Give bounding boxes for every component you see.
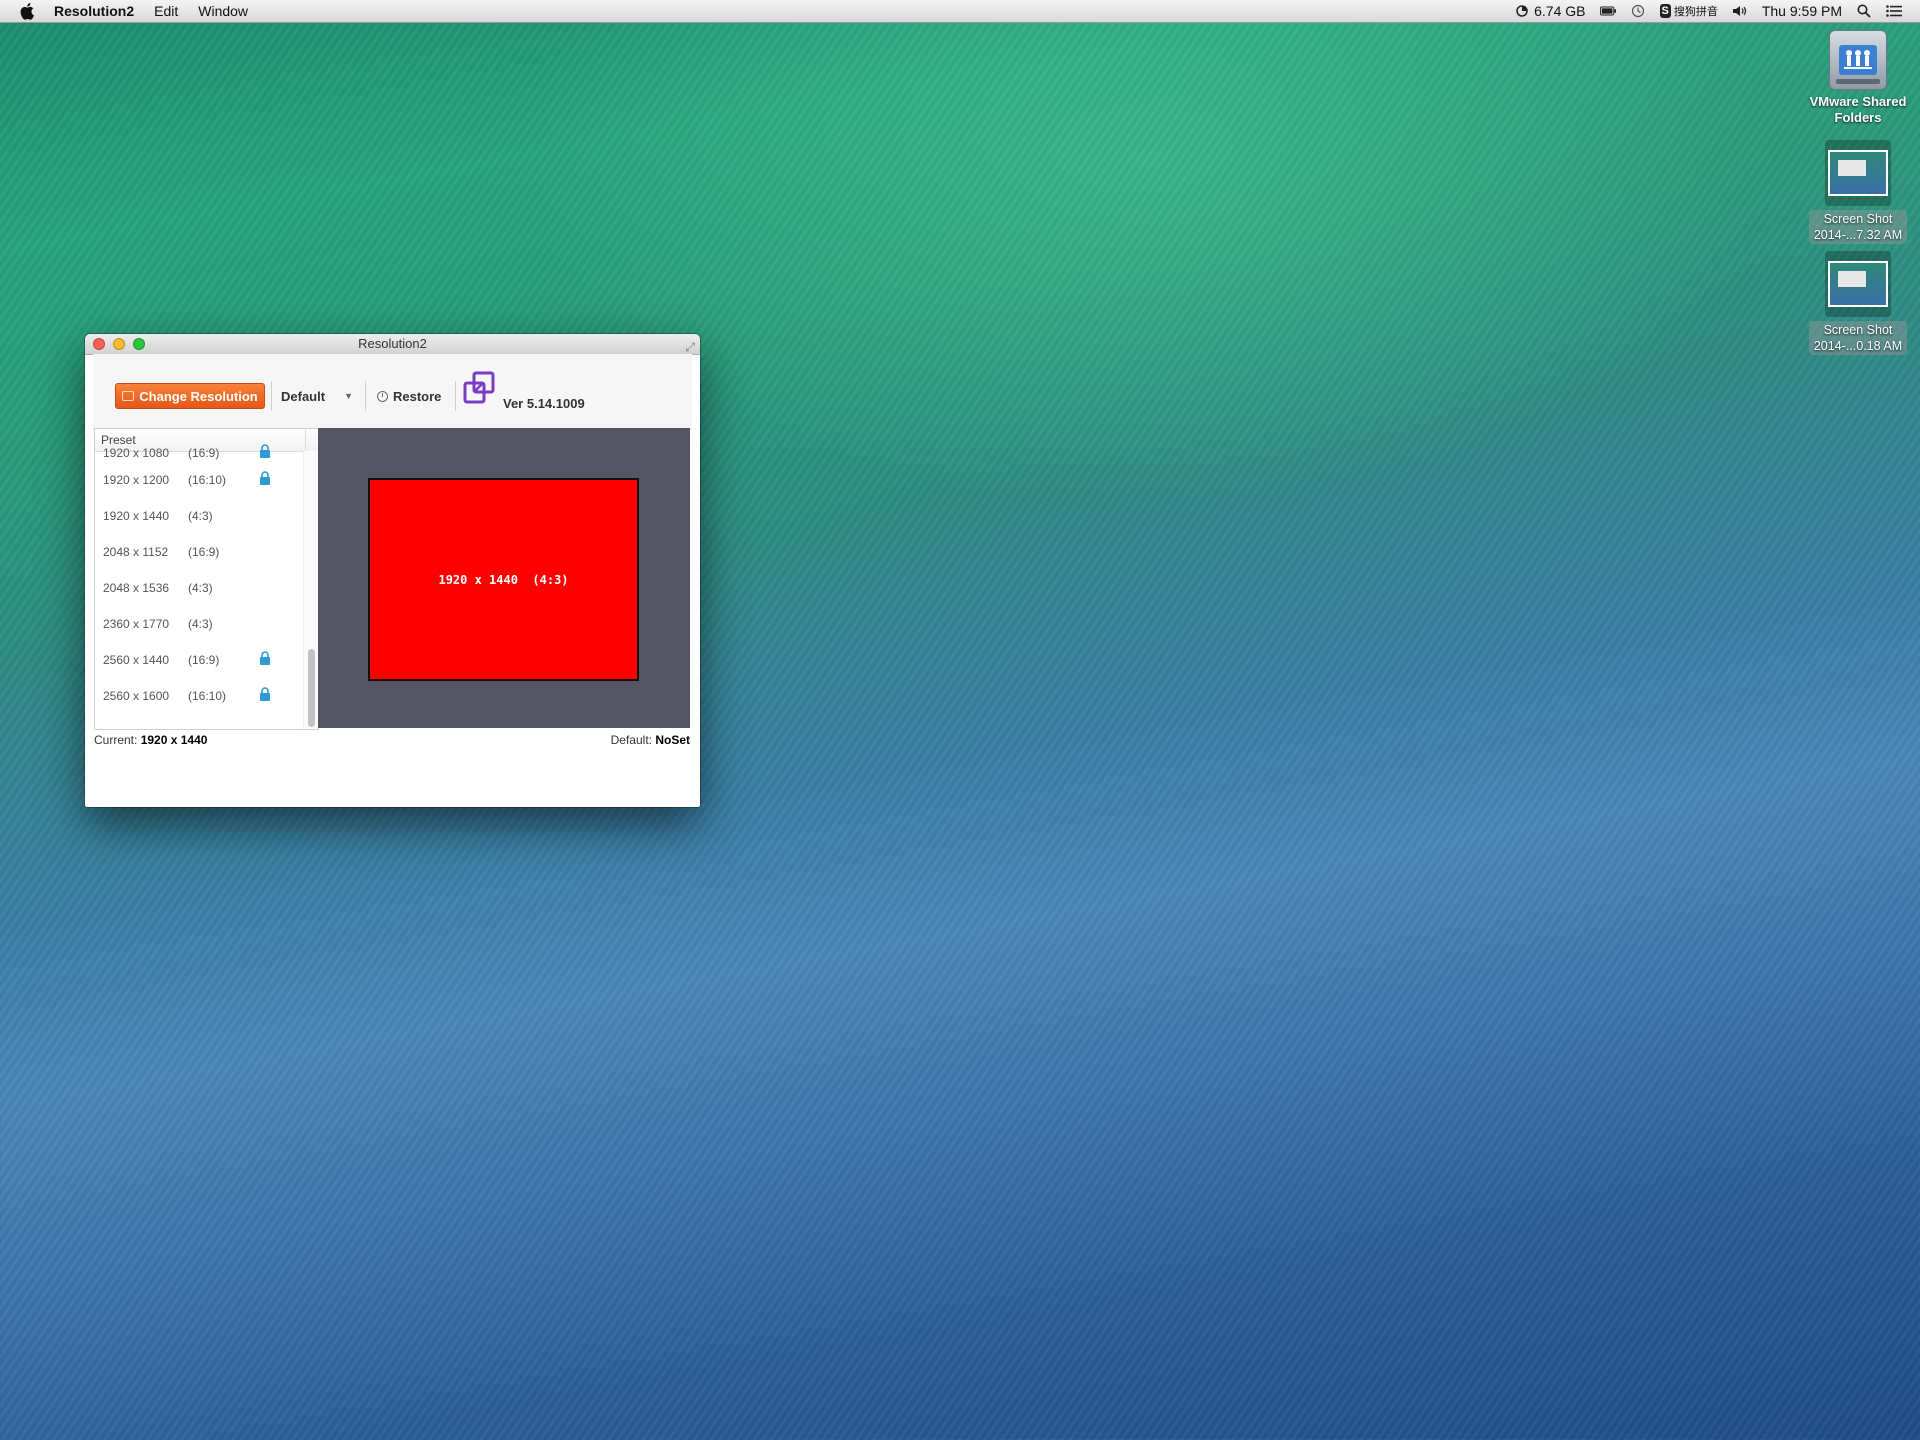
preset-ratio: (16:10) xyxy=(188,689,227,703)
preset-row[interactable]: 2048 x 1536 (4:3) xyxy=(95,571,300,607)
toolbar-divider xyxy=(271,381,272,411)
preset-resolution: 2560 x 1440 xyxy=(103,653,170,667)
preset-resolution: 1920 x 1080 xyxy=(103,446,170,460)
menu-bar: Resolution2 Edit Window 6.74 GB S 搜狗拼音 T… xyxy=(0,0,1920,23)
ime-badge: S xyxy=(1659,4,1671,18)
menu-app-name[interactable]: Resolution2 xyxy=(54,3,134,19)
preset-resolution: 2560 x 1600 xyxy=(103,689,170,703)
preset-row[interactable]: 1920 x 1200 (16:10) xyxy=(95,463,300,499)
preview-screen: 1920 x 1440 (4:3) xyxy=(368,478,639,681)
toolbar: Change Resolution Default ▼ Restore Ver … xyxy=(93,354,692,430)
app-logo-icon xyxy=(461,370,497,406)
preset-row[interactable]: 2560 x 1600 (16:10) xyxy=(95,679,300,715)
desktop-icon-label-line2: 2014-...7.32 AM xyxy=(1813,228,1903,242)
preset-ratio: (16:9) xyxy=(188,545,220,559)
preset-ratio: (16:10) xyxy=(188,473,227,487)
current-value: 1920 x 1440 xyxy=(140,733,208,747)
default-dropdown[interactable]: Default ▼ xyxy=(275,383,359,409)
default-resolution-status: Default: NoSet xyxy=(611,733,690,747)
preset-row[interactable]: 2560 x 1440 (16:9) xyxy=(95,643,300,679)
preset-ratio: (4:3) xyxy=(188,581,213,595)
preset-ratio: (4:3) xyxy=(188,617,213,631)
memory-value: 6.74 GB xyxy=(1534,3,1586,19)
preset-row[interactable]: 1920 x 1080 (16:9) xyxy=(95,444,300,463)
ime-label: 搜狗拼音 xyxy=(1673,6,1718,18)
menu-clock[interactable]: Thu 9:59 PM xyxy=(1762,3,1842,19)
menu-edit[interactable]: Edit xyxy=(154,3,178,19)
preset-ratio: (4:3) xyxy=(188,509,213,523)
close-button[interactable] xyxy=(93,338,105,350)
lock-icon xyxy=(259,444,271,458)
preset-row[interactable]: 1920 x 1440 (4:3) xyxy=(95,499,300,535)
battery-icon[interactable] xyxy=(1599,4,1616,18)
clock-icon xyxy=(377,390,388,402)
list-scrollbar[interactable] xyxy=(303,451,318,729)
default-label: Default: xyxy=(610,733,652,747)
network-drive-icon xyxy=(1829,30,1887,90)
window-controls xyxy=(93,338,145,350)
menu-window[interactable]: Window xyxy=(198,3,248,19)
minimize-button[interactable] xyxy=(113,338,125,350)
zoom-button[interactable] xyxy=(133,338,145,350)
desktop-icon-vmware-shared-folders[interactable]: VMware Shared Folders xyxy=(1793,30,1920,126)
preset-ratio: (16:9) xyxy=(188,653,220,667)
desktop-icon-label: Screen Shot 2014-...0.18 AM xyxy=(1808,321,1908,355)
change-resolution-label: Change Resolution xyxy=(139,388,258,404)
preset-resolution: 2048 x 1536 xyxy=(103,581,170,595)
desktop-icon-label: VMware Shared Folders xyxy=(1809,94,1907,125)
list-scroll-thumb[interactable] xyxy=(308,649,315,727)
monitor-icon xyxy=(122,391,135,401)
current-resolution-status: Current: 1920 x 1440 xyxy=(94,733,207,747)
preset-row[interactable]: 2048 x 1152 (16:9) xyxy=(95,535,300,571)
desktop-icon-label-line2: 2014-...0.18 AM xyxy=(1813,339,1903,353)
resolution-preview: 1920 x 1440 (4:3) xyxy=(318,428,690,728)
preset-list[interactable]: Preset 1920 x 1080 (16:9) 1920 x 1200 (1… xyxy=(94,428,319,730)
preset-resolution: 2360 x 1770 xyxy=(103,617,170,631)
desktop-icon-screen-shot-1[interactable]: Screen Shot 2014-...7.32 AM xyxy=(1793,140,1920,244)
window-title: Resolution2 xyxy=(358,336,427,351)
toolbar-divider xyxy=(365,381,366,411)
preset-ratio: (16:9) xyxy=(188,446,220,460)
sogou-ime-icon[interactable]: S 搜狗拼音 xyxy=(1659,3,1718,19)
preset-resolution: 1920 x 1200 xyxy=(103,473,170,487)
notification-center-icon[interactable] xyxy=(1886,4,1902,18)
preset-resolution: 1920 x 1440 xyxy=(103,509,170,523)
time-machine-icon[interactable] xyxy=(1630,4,1646,18)
apple-icon[interactable] xyxy=(20,2,38,20)
screenshot-thumbnail-icon xyxy=(1825,251,1891,317)
lock-icon xyxy=(259,687,271,701)
toolbar-divider xyxy=(455,381,456,411)
restore-label: Restore xyxy=(393,388,442,404)
preset-rows: 1920 x 1080 (16:9) 1920 x 1200 (16:10) 1… xyxy=(95,444,300,715)
dropdown-value: Default xyxy=(281,388,326,404)
desktop-icon-screen-shot-2[interactable]: Screen Shot 2014-...0.18 AM xyxy=(1793,251,1920,355)
chevron-down-icon: ▼ xyxy=(344,391,353,401)
memory-icon xyxy=(1514,4,1530,18)
window-titlebar[interactable]: Resolution2 ⤢ xyxy=(85,334,700,355)
menu-extras: 6.74 GB S 搜狗拼音 Thu 9:59 PM xyxy=(1514,3,1902,19)
restore-button[interactable]: Restore xyxy=(371,383,449,409)
desktop-icon-label-line1: Screen Shot xyxy=(1823,323,1893,337)
preset-row[interactable]: 2360 x 1770 (4:3) xyxy=(95,607,300,643)
spotlight-icon[interactable] xyxy=(1856,4,1872,18)
screenshot-thumbnail-icon xyxy=(1825,140,1891,206)
default-value: NoSet xyxy=(655,733,690,747)
lock-icon xyxy=(259,471,271,485)
preset-resolution: 2048 x 1152 xyxy=(103,545,169,559)
desktop-icon-label-line1: Screen Shot xyxy=(1823,212,1893,226)
volume-icon[interactable] xyxy=(1732,4,1748,18)
desktop-icon-label: Screen Shot 2014-...7.32 AM xyxy=(1808,210,1908,244)
change-resolution-button[interactable]: Change Resolution xyxy=(115,383,265,409)
lock-icon xyxy=(259,651,271,665)
version-label: Ver 5.14.1009 xyxy=(503,396,585,411)
resolution2-window: Resolution2 ⤢ Change Resolution Default … xyxy=(85,334,700,807)
memory-status[interactable]: 6.74 GB xyxy=(1514,3,1586,19)
current-label: Current: xyxy=(94,733,138,747)
